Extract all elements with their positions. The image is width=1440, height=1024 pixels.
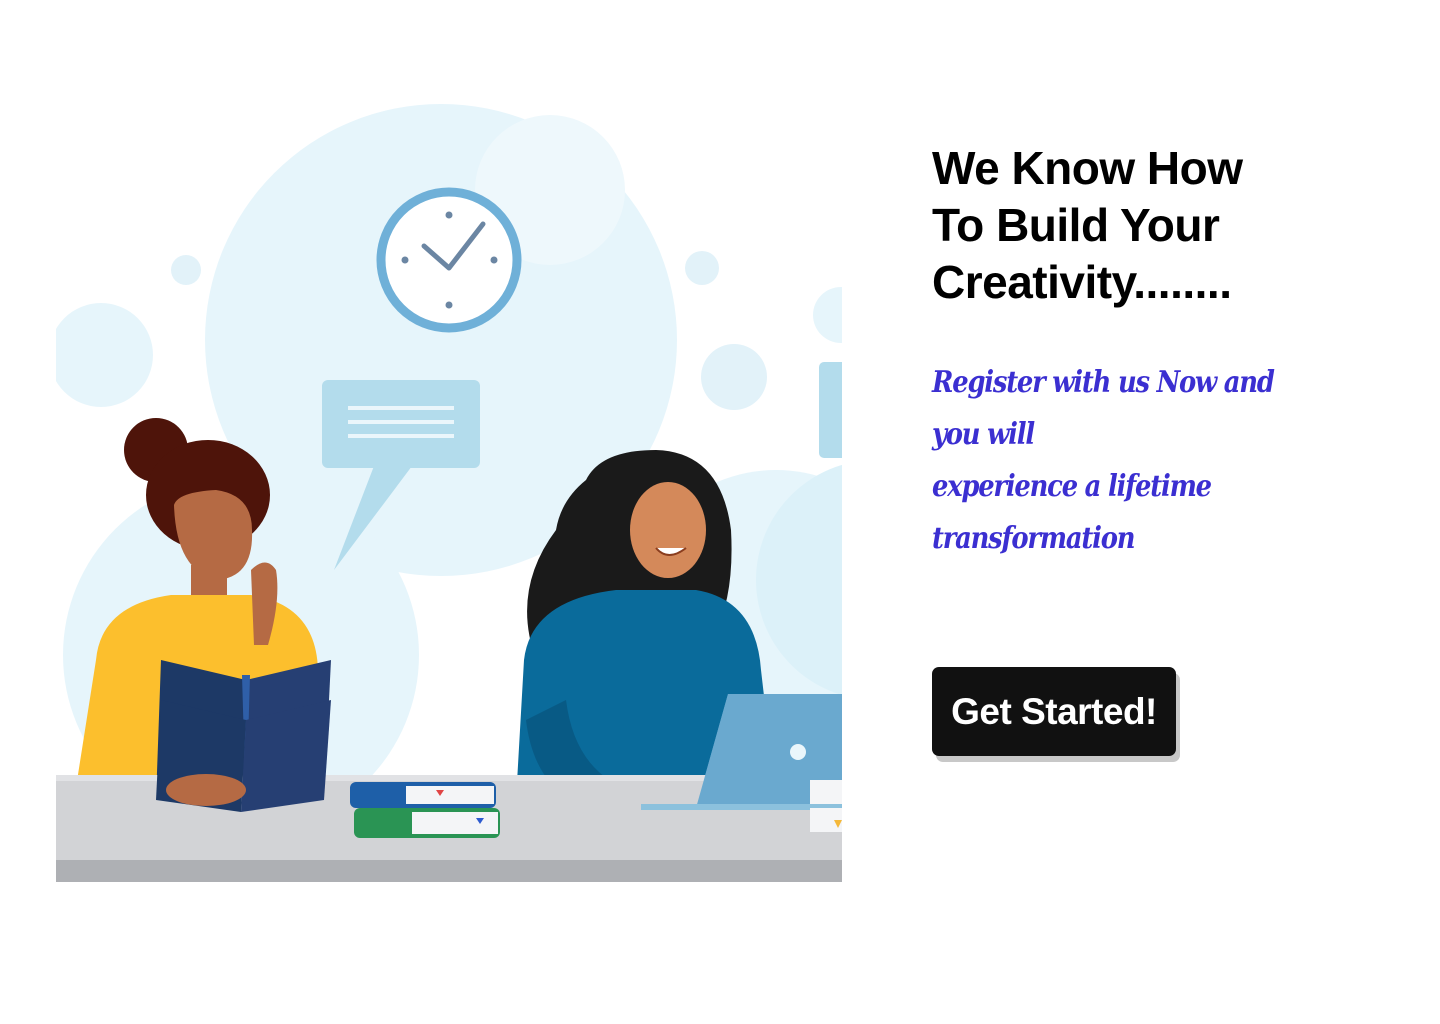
headline-line: Creativity........ bbox=[932, 256, 1232, 308]
get-started-button[interactable]: Get Started! bbox=[932, 667, 1176, 756]
clock-icon bbox=[376, 187, 522, 333]
tagline-line: Register with us Now and bbox=[932, 365, 1275, 400]
book-stack-icon bbox=[350, 782, 500, 838]
headline-line: We Know How bbox=[932, 142, 1243, 194]
tagline-line: experience a lifetime bbox=[932, 469, 1212, 504]
hero-illustration bbox=[56, 100, 842, 884]
headline-line: To Build Your bbox=[932, 199, 1220, 251]
hero-headline: We Know How To Build Your Creativity....… bbox=[932, 140, 1392, 311]
hero-text-block: We Know How To Build Your Creativity....… bbox=[932, 140, 1392, 565]
tagline-line: you will bbox=[932, 417, 1035, 452]
tagline-line: transformation bbox=[932, 521, 1135, 556]
hero-tagline: Register with us Now and you will experi… bbox=[932, 357, 1379, 565]
